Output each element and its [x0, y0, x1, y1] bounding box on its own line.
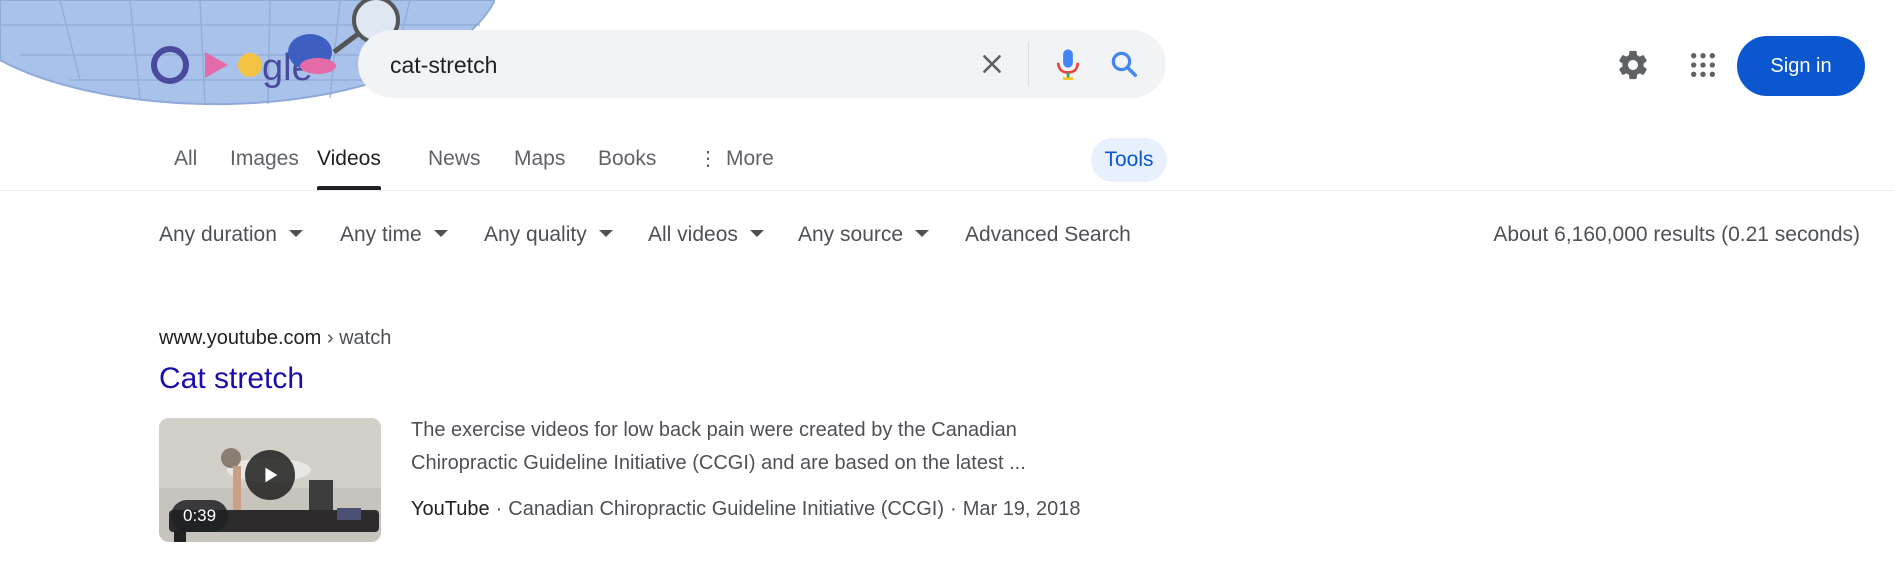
sign-in-button[interactable]: Sign in: [1737, 36, 1865, 96]
gear-icon: [1619, 50, 1647, 80]
meta-separator: ·: [495, 498, 503, 520]
clear-search-button[interactable]: [970, 30, 1014, 98]
tab-maps[interactable]: Maps: [514, 130, 565, 190]
tab-books[interactable]: Books: [598, 130, 656, 190]
filter-duration[interactable]: Any duration: [159, 220, 303, 250]
filter-quality[interactable]: Any quality: [484, 220, 613, 250]
result-site: www.youtube.com: [159, 327, 322, 349]
search-input[interactable]: [388, 30, 952, 100]
tab-news[interactable]: News: [428, 130, 481, 190]
snippet-line-2: Chiropractic Guideline Initiative (CCGI)…: [411, 452, 1026, 474]
advanced-search-link[interactable]: Advanced Search: [965, 220, 1131, 250]
result-date: Mar 19, 2018: [962, 498, 1081, 520]
filter-time[interactable]: Any time: [340, 220, 448, 250]
tabs-divider: [0, 190, 1894, 191]
result-channel: Canadian Chiropractic Guideline Initiati…: [508, 498, 945, 520]
filter-videos-label: All videos: [648, 223, 738, 246]
search-box-divider: [1028, 42, 1029, 86]
filter-time-label: Any time: [340, 223, 422, 246]
more-dots-icon: ⋮: [698, 148, 718, 170]
filter-source[interactable]: Any source: [798, 220, 930, 250]
result-title-link[interactable]: Cat stretch: [159, 362, 304, 396]
search-tabs: All Images Videos News Maps Books ⋮ More: [0, 130, 1894, 190]
results-stats: About 6,160,000 results (0.21 seconds): [1493, 223, 1860, 246]
dropdown-caret-icon: [749, 229, 764, 237]
search-box: [358, 30, 1166, 100]
tab-images[interactable]: Images: [230, 130, 299, 190]
dropdown-caret-icon: [598, 229, 613, 237]
search-icon: [1111, 51, 1137, 77]
search-button[interactable]: [1098, 30, 1150, 98]
filter-duration-label: Any duration: [159, 223, 277, 246]
meta-separator: ·: [950, 498, 957, 520]
video-thumbnail[interactable]: 0:39: [159, 418, 381, 542]
result-source: YouTube: [411, 498, 490, 520]
play-icon: [265, 467, 278, 483]
dropdown-caret-icon: [915, 229, 930, 237]
result-path: › watch: [326, 327, 392, 349]
result-breadcrumb[interactable]: www.youtube.com › watch: [159, 327, 391, 350]
dropdown-caret-icon: [433, 229, 448, 237]
filter-videos[interactable]: All videos: [648, 220, 764, 250]
snippet-line-1: The exercise videos for low back pain we…: [411, 419, 1017, 441]
tab-videos[interactable]: Videos: [317, 130, 381, 190]
tab-all[interactable]: All: [174, 130, 197, 190]
tab-more[interactable]: ⋮ More: [698, 130, 774, 190]
mic-icon: [1056, 49, 1080, 80]
filter-source-label: Any source: [798, 223, 904, 246]
apps-grid-icon: [1690, 52, 1716, 78]
clear-icon: [983, 55, 1001, 73]
dropdown-caret-icon: [288, 229, 303, 237]
tab-more-label: More: [726, 147, 774, 170]
google-apps-button[interactable]: [1682, 44, 1724, 86]
voice-search-button[interactable]: [1042, 30, 1094, 98]
result-meta: YouTube · Canadian Chiropractic Guideline …: [411, 498, 1081, 521]
play-button[interactable]: [245, 450, 295, 500]
tools-button[interactable]: Tools: [1091, 138, 1167, 182]
filter-quality-label: Any quality: [484, 223, 587, 246]
settings-button[interactable]: [1612, 44, 1654, 86]
result-snippet: The exercise videos for low back pain we…: [411, 414, 1111, 480]
video-duration-badge: 0:39: [171, 500, 229, 532]
